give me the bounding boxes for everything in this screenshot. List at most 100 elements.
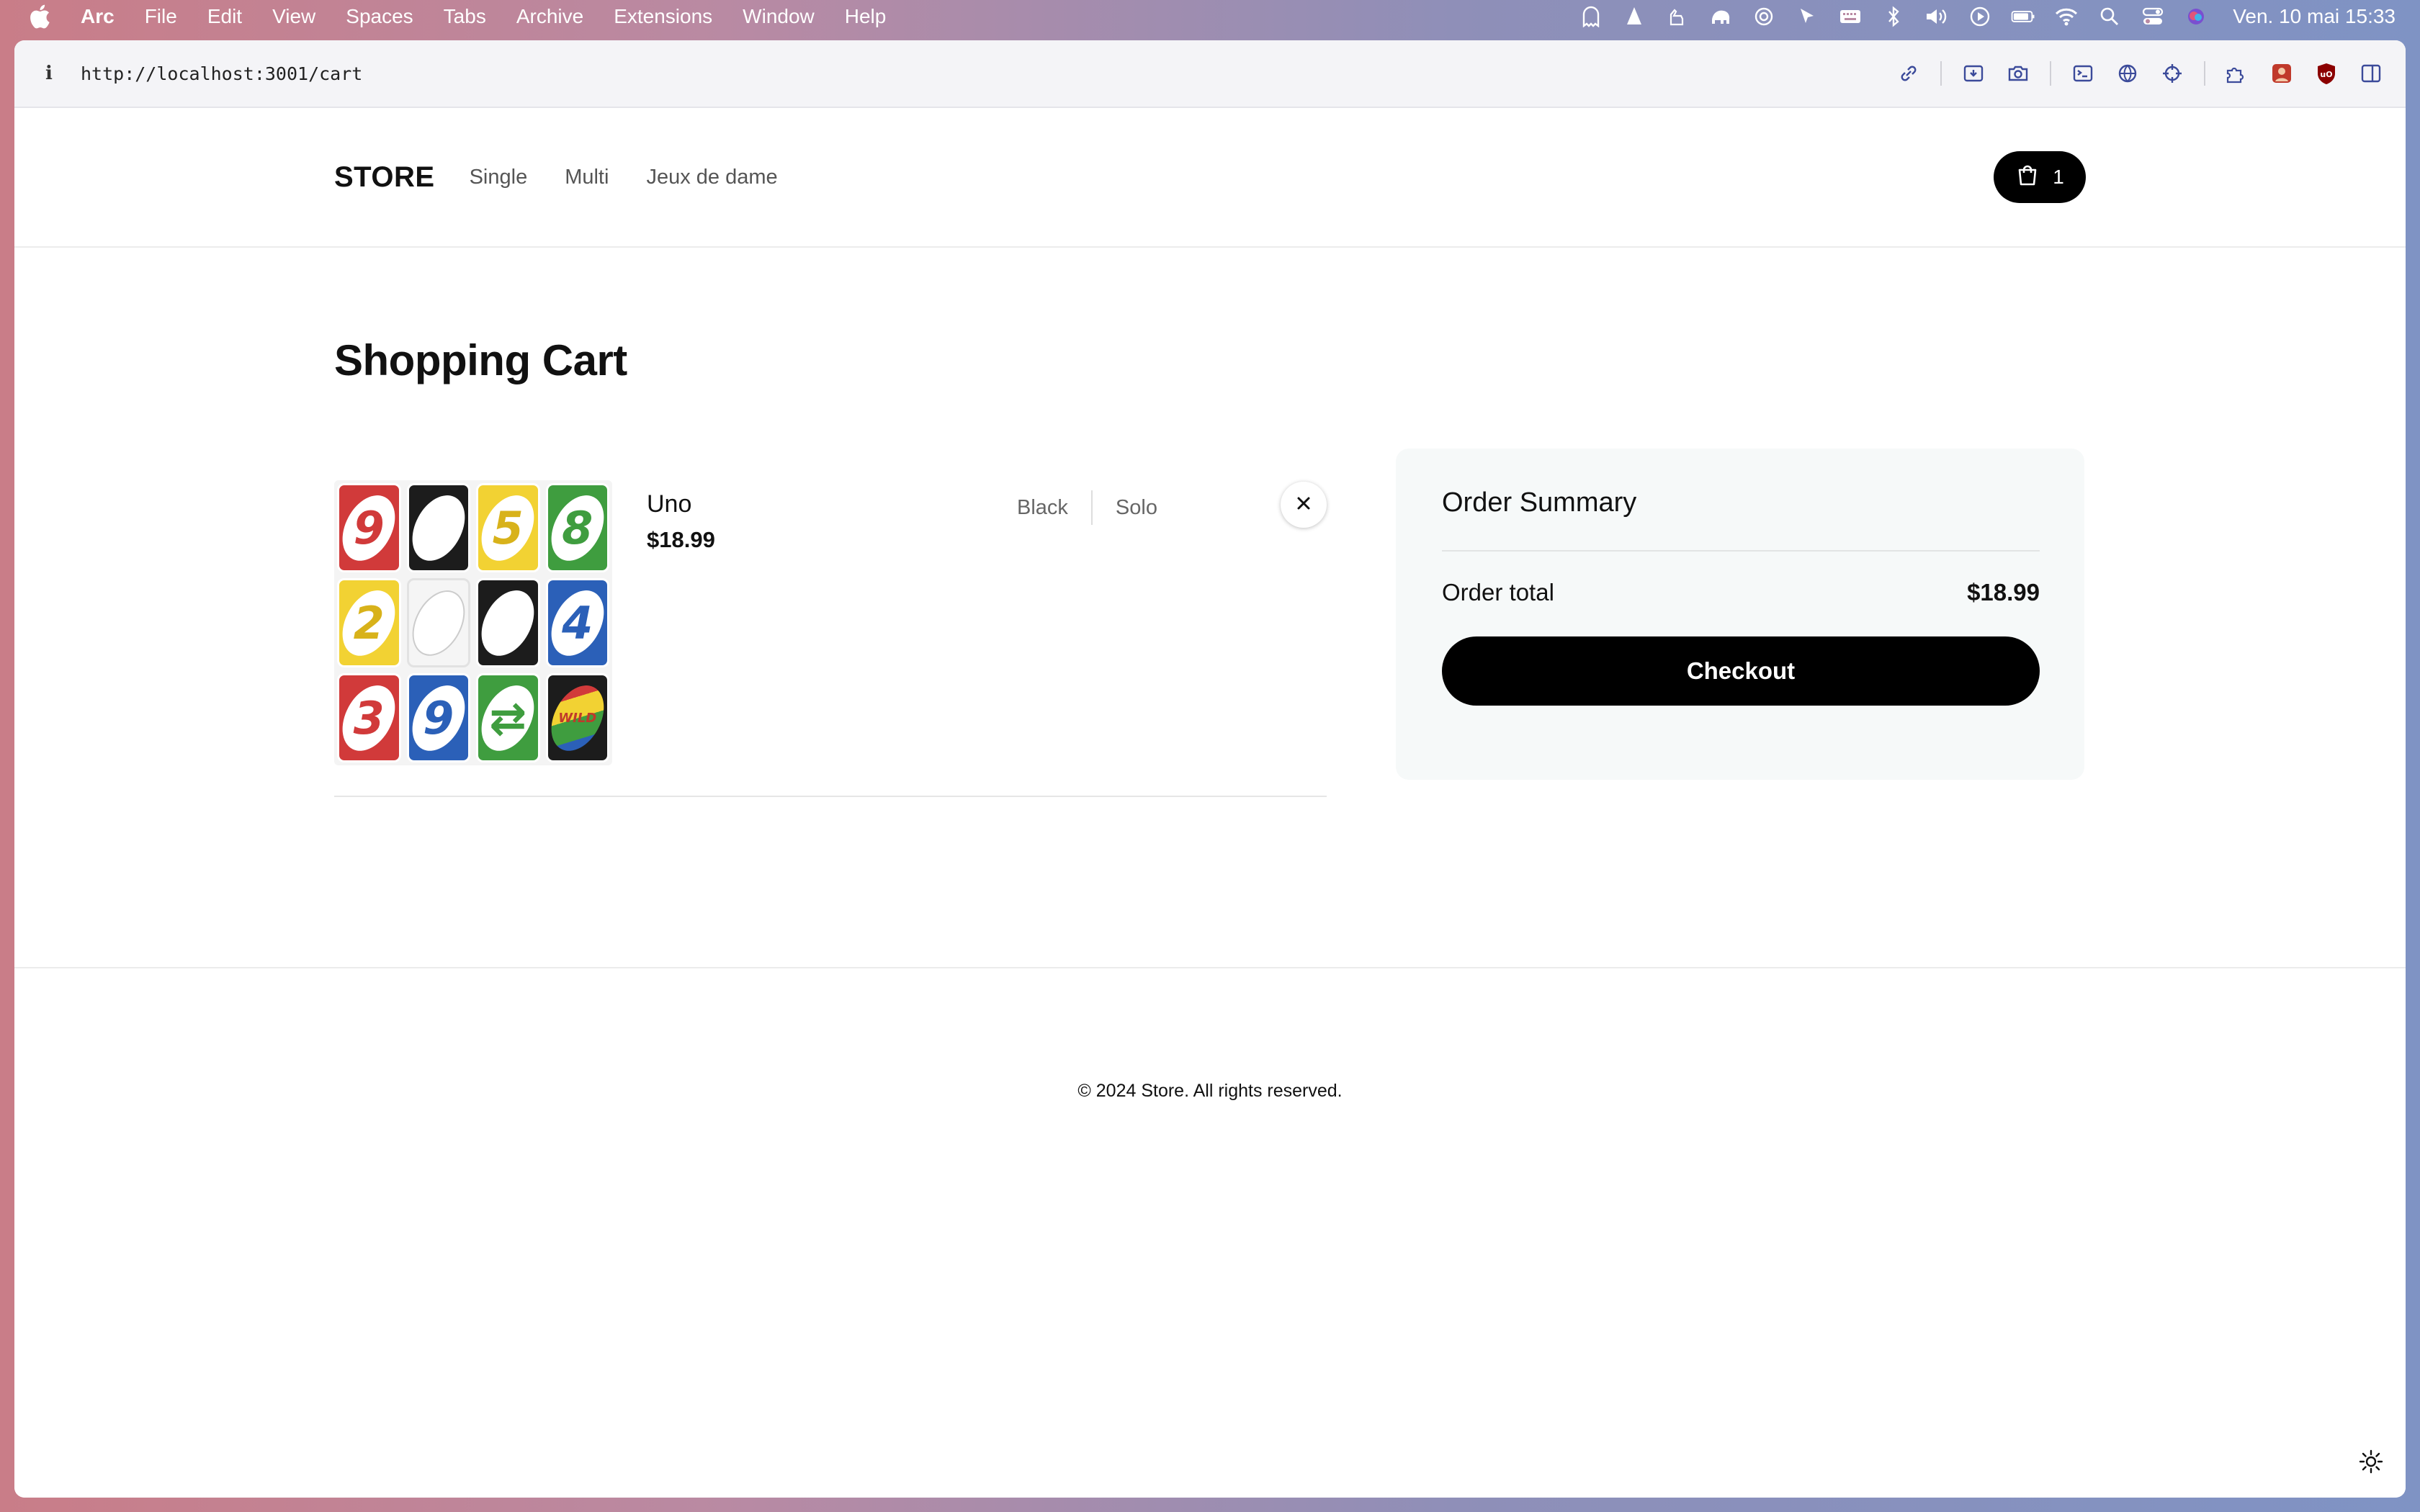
order-summary-title: Order Summary (1442, 487, 2040, 552)
menu-app-name[interactable]: Arc (81, 5, 115, 28)
cart-item: 9 5 8 2 4 3 9 ⇄ WILD Uno $18.99 Black Solo (334, 449, 1327, 797)
cart-main: Shopping Cart 9 5 8 2 4 3 9 ⇄ WILD Uno $18.99 Bl… (14, 336, 2406, 797)
card-label: 2 (353, 596, 385, 649)
theme-toggle-sun-icon[interactable] (2357, 1447, 2385, 1476)
nav-link-jeux-de-dame[interactable]: Jeux de dame (646, 166, 777, 189)
store-navbar: STORE Single Multi Jeux de dame 1 (14, 108, 2406, 248)
toolbar-divider (2204, 61, 2205, 86)
toolbar-divider (2050, 61, 2051, 86)
close-icon (1296, 495, 1312, 515)
svg-text:uO: uO (2320, 70, 2332, 79)
play-icon[interactable] (1968, 4, 1992, 29)
site-info-icon[interactable]: i (39, 63, 59, 84)
uno-card (406, 578, 470, 667)
menu-spaces[interactable]: Spaces (346, 5, 413, 28)
menu-help[interactable]: Help (845, 5, 887, 28)
uno-card: 9 (406, 673, 470, 762)
uno-card: 5 (476, 483, 540, 572)
order-total-value: $18.99 (1967, 579, 2040, 606)
camera-icon[interactable] (2005, 60, 2031, 86)
menu-file[interactable]: File (145, 5, 177, 28)
browser-window: i http://localhost:3001/cart uO STORE Si… (14, 40, 2406, 1498)
chatgpt-icon[interactable] (1752, 4, 1776, 29)
uno-card: WILD (545, 673, 609, 762)
menu-archive[interactable]: Archive (516, 5, 583, 28)
capture-icon[interactable] (1960, 60, 1986, 86)
page-title: Shopping Cart (334, 336, 627, 384)
globe-icon[interactable] (2115, 60, 2141, 86)
store-page: STORE Single Multi Jeux de dame 1 Shoppi… (14, 108, 2406, 1498)
item-color: Black (1017, 495, 1068, 519)
menu-edit[interactable]: Edit (207, 5, 242, 28)
hands-icon[interactable] (1665, 4, 1690, 29)
browser-toolbar: i http://localhost:3001/cart uO (14, 40, 2406, 108)
elephant-icon[interactable] (1708, 4, 1733, 29)
cart-button[interactable]: 1 (1994, 151, 2086, 203)
card-label: 9 (423, 691, 454, 744)
card-oval (408, 581, 469, 665)
copy-link-icon[interactable] (1896, 60, 1922, 86)
extensions-icon[interactable] (2224, 60, 2250, 86)
siri-icon[interactable] (2184, 4, 2208, 29)
card-oval (408, 486, 469, 570)
order-total-label: Order total (1442, 579, 1554, 606)
nav-link-single[interactable]: Single (470, 166, 528, 189)
toolbar-divider (1940, 61, 1942, 86)
page-footer: © 2024 Store. All rights reserved. (14, 967, 2406, 1183)
variant-divider (1090, 490, 1093, 525)
menubar-clock[interactable]: Ven. 10 mai 15:33 (2233, 5, 2396, 28)
sidebar-toggle-icon[interactable] (2358, 60, 2384, 86)
uno-card: 3 (337, 673, 401, 762)
uno-card: 4 (545, 578, 609, 667)
item-info: Uno $18.99 (647, 480, 715, 764)
item-mode: Solo (1115, 495, 1157, 519)
item-name[interactable]: Uno (647, 490, 715, 518)
card-label: ⇄ (489, 691, 527, 744)
volume-icon[interactable] (1924, 4, 1949, 29)
ghost-icon[interactable] (1579, 4, 1603, 29)
uno-card (476, 578, 540, 667)
ublock-icon[interactable]: uO (2313, 60, 2339, 86)
crosshair-icon[interactable] (2159, 60, 2185, 86)
uno-card: 9 (337, 483, 401, 572)
keyboard-icon[interactable] (1838, 4, 1863, 29)
bluetooth-icon[interactable] (1881, 4, 1906, 29)
shopping-bag-icon (2015, 163, 2040, 192)
item-variant: Black Solo (1017, 490, 1157, 525)
card-label: 8 (562, 501, 593, 554)
cart-layout: 9 5 8 2 4 3 9 ⇄ WILD Uno $18.99 Black Solo (334, 449, 2086, 797)
cart-items: 9 5 8 2 4 3 9 ⇄ WILD Uno $18.99 Black Solo (334, 449, 1327, 797)
control-center-icon[interactable] (2141, 4, 2165, 29)
apple-icon[interactable] (27, 4, 52, 29)
order-summary: Order Summary Order total $18.99 Checkou… (1396, 449, 2084, 780)
search-icon[interactable] (2097, 4, 2122, 29)
menu-window[interactable]: Window (743, 5, 815, 28)
product-image[interactable]: 9 5 8 2 4 3 9 ⇄ WILD (334, 480, 612, 765)
pointer-icon[interactable] (1795, 4, 1819, 29)
browser-tools: uO (1896, 60, 2384, 86)
card-label: 9 (353, 501, 385, 554)
card-label: 3 (353, 691, 385, 744)
card-label: 4 (562, 596, 593, 649)
wifi-icon[interactable] (2054, 4, 2079, 29)
order-total-row: Order total $18.99 (1442, 579, 2040, 606)
uno-card: 8 (545, 483, 609, 572)
terminal-icon[interactable] (2070, 60, 2096, 86)
avatar-extension-icon[interactable] (2269, 60, 2295, 86)
battery-icon[interactable] (2011, 4, 2035, 29)
uno-card (406, 483, 470, 572)
card-label: 5 (492, 501, 524, 554)
vlc-icon[interactable] (1622, 4, 1646, 29)
menu-tabs[interactable]: Tabs (444, 5, 486, 28)
menu-extensions[interactable]: Extensions (614, 5, 712, 28)
menu-view[interactable]: View (272, 5, 315, 28)
item-price: $18.99 (647, 527, 715, 552)
store-logo[interactable]: STORE (334, 161, 435, 194)
nav-link-multi[interactable]: Multi (565, 166, 609, 189)
remove-item-button[interactable] (1281, 482, 1327, 528)
checkout-button[interactable]: Checkout (1442, 636, 2040, 706)
url-bar[interactable]: http://localhost:3001/cart (81, 63, 362, 84)
cart-count: 1 (2053, 166, 2064, 188)
footer-copyright: © 2024 Store. All rights reserved. (1077, 1081, 1343, 1101)
uno-card: ⇄ (476, 673, 540, 762)
